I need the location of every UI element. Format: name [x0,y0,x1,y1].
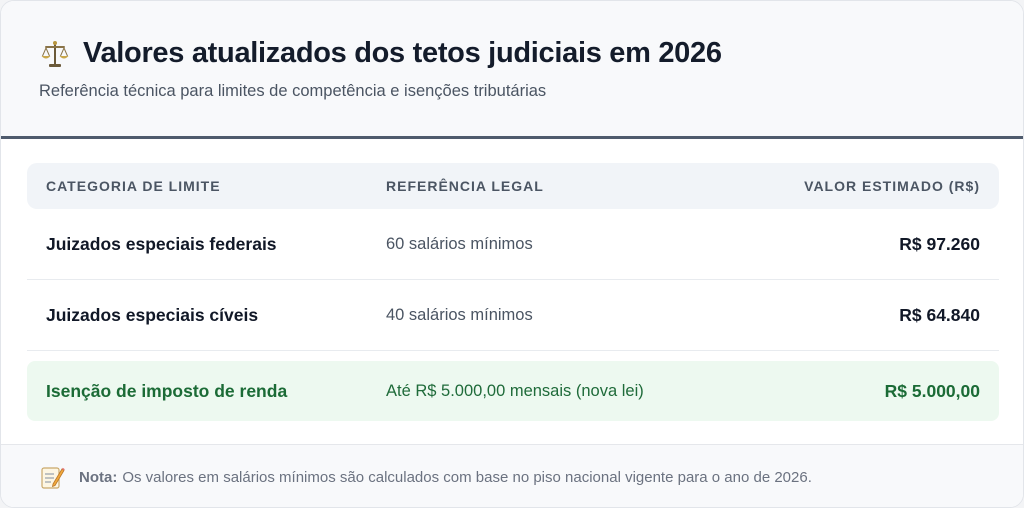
title-row: Valores atualizados dos tetos judiciais … [39,37,1023,70]
row-value: R$ 97.260 [899,233,980,254]
page-subtitle: Referência técnica para limites de compe… [39,82,547,100]
card: Valores atualizados dos tetos judiciais … [0,0,1024,508]
limits-table: CATEGORIA DE LIMITE REFERÊNCIA LEGAL VAL… [27,163,999,421]
row-value: R$ 5.000,00 [884,380,980,401]
row-reference: 40 salários mínimos [386,305,533,324]
table-row-highlighted: Isenção de imposto de renda Até R$ 5.000… [27,361,999,421]
table-header: CATEGORIA DE LIMITE REFERÊNCIA LEGAL VAL… [27,163,999,209]
balance-scale-icon [41,40,69,67]
page-title: Valores atualizados dos tetos judiciais … [83,37,722,69]
memo-icon [41,467,65,489]
table-row: Juizados especiais cíveis 40 salários mí… [27,280,999,351]
note-text: Os valores em salários mínimos são calcu… [122,468,812,486]
row-reference: Até R$ 5.000,00 mensais (nova lei) [386,381,644,400]
column-header-value: VALOR ESTIMADO (R$) [804,178,980,194]
row-category: Juizados especiais federais [46,233,277,254]
column-header-reference: REFERÊNCIA LEGAL [386,178,544,194]
row-value: R$ 64.840 [899,304,980,325]
header: Valores atualizados dos tetos judiciais … [1,1,1023,139]
column-header-category: CATEGORIA DE LIMITE [46,178,221,194]
row-reference: 60 salários mínimos [386,234,533,253]
footer-note: Nota: Os valores em salários mínimos são… [1,444,1023,507]
note-label: Nota: [79,468,118,486]
table-row: Juizados especiais federais 60 salários … [27,209,999,280]
row-category: Juizados especiais cíveis [46,304,259,325]
row-category: Isenção de imposto de renda [46,380,288,401]
